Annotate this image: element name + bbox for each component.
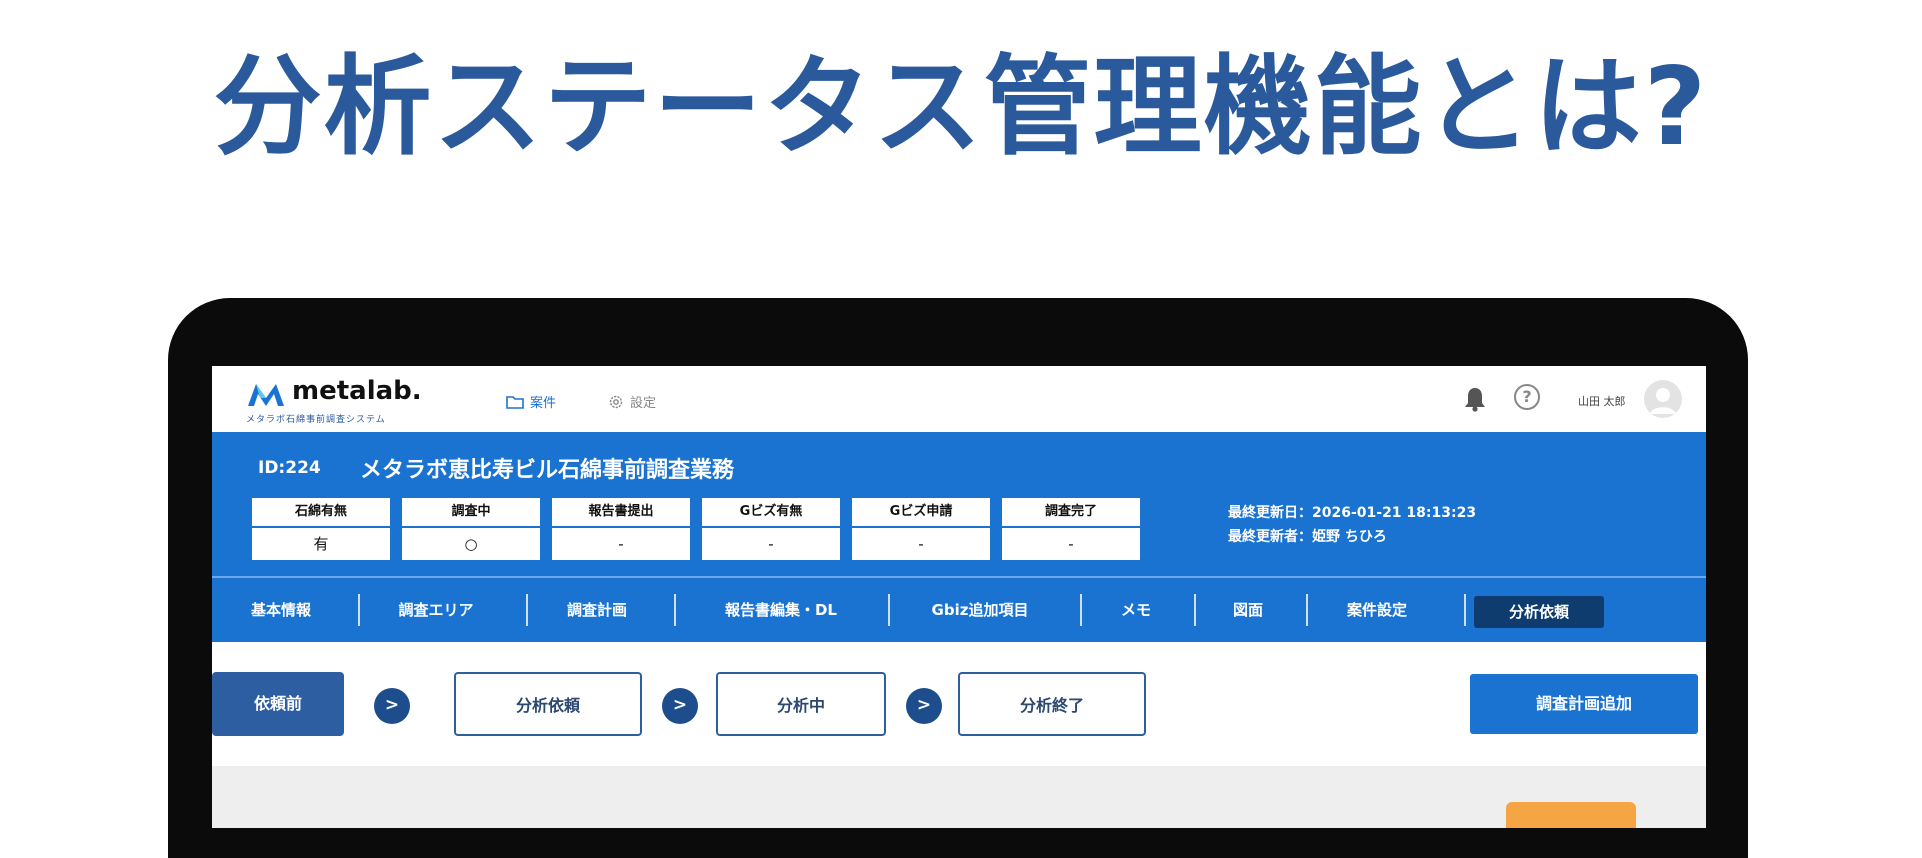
step-arrow-icon: > (374, 688, 410, 724)
status-value: 有 (313, 535, 329, 553)
step-analyzing[interactable]: 分析中 (716, 672, 886, 736)
status-value: - (1068, 535, 1074, 553)
status-box-investigating: 調査中 ○ (402, 498, 540, 560)
status-label: Gビズ申請 (852, 498, 990, 528)
orange-action-button[interactable] (1506, 802, 1636, 828)
last-updated: 最終更新日：2026-01-21 18:13:23 (1228, 505, 1477, 521)
tab-separator (1306, 594, 1308, 626)
user-name: 山田 太郎 (1578, 395, 1626, 408)
step-before-request[interactable]: 依頼前 (212, 672, 344, 736)
content-area (212, 766, 1706, 828)
tab-gbiz-items[interactable]: Gbiz追加項目 (918, 578, 1042, 642)
nav-case-label: 案件 (530, 396, 557, 411)
tab-separator (674, 594, 676, 626)
project-id: ID:224 (258, 458, 321, 478)
status-box-asbestos: 石綿有無 有 (252, 498, 390, 560)
tab-survey-plan[interactable]: 調査計画 (558, 578, 636, 642)
status-box-gbiz: Gビズ有無 - (702, 498, 840, 560)
nav-settings[interactable]: 設定 (608, 392, 656, 411)
tab-basic-info[interactable]: 基本情報 (242, 578, 320, 642)
tab-analysis-request[interactable]: 分析依頼 (1474, 596, 1604, 628)
tab-separator (1194, 594, 1196, 626)
add-survey-plan-button[interactable]: 調査計画追加 (1470, 674, 1698, 734)
project-name: メタラボ恵比寿ビル石綿事前調査業務 (360, 458, 735, 483)
last-updated-by: 最終更新者：姫野 ちひろ (1228, 529, 1387, 545)
tab-case-settings[interactable]: 案件設定 (1332, 578, 1422, 642)
user-icon (1650, 388, 1676, 414)
logo-text: metalab. (292, 376, 422, 406)
status-label: 報告書提出 (552, 498, 690, 528)
step-arrow-icon: > (906, 688, 942, 724)
project-header: ID:224 メタラボ恵比寿ビル石綿事前調査業務 石綿有無 有 調査中 ○ 報告… (212, 432, 1706, 578)
status-box-gbiz-apply: Gビズ申請 - (852, 498, 990, 560)
step-arrow-icon: > (662, 688, 698, 724)
tab-separator (358, 594, 360, 626)
status-label: 調査完了 (1002, 498, 1140, 528)
help-icon[interactable]: ? (1514, 384, 1540, 410)
tab-separator (1464, 594, 1466, 626)
step-analysis-finished[interactable]: 分析終了 (958, 672, 1146, 736)
tab-bar: 基本情報 調査エリア 調査計画 報告書編集・DL Gbiz追加項目 メモ 図面 … (212, 578, 1706, 642)
avatar[interactable] (1644, 380, 1682, 418)
status-box-report: 報告書提出 - (552, 498, 690, 560)
status-value: - (618, 535, 624, 553)
page-headline: 分析ステータス管理機能とは? (213, 45, 1709, 170)
tab-memo[interactable]: メモ (1110, 578, 1162, 642)
status-value: ○ (464, 535, 478, 553)
status-label: 石綿有無 (252, 498, 390, 528)
tab-separator (888, 594, 890, 626)
folder-icon (506, 395, 524, 409)
bell-icon[interactable] (1464, 386, 1486, 412)
tab-survey-area[interactable]: 調査エリア (388, 578, 484, 642)
metalab-logo-icon (248, 384, 284, 406)
logo-subtitle: メタラボ石綿事前調査システム (246, 415, 386, 425)
status-value: - (918, 535, 924, 553)
top-bar: metalab. メタラボ石綿事前調査システム 案件 設定 ? 山田 太郎 (212, 366, 1706, 432)
status-box-complete: 調査完了 - (1002, 498, 1140, 560)
nav-case[interactable]: 案件 (506, 392, 556, 411)
tab-drawings[interactable]: 図面 (1222, 578, 1274, 642)
status-value: - (768, 535, 774, 553)
tab-separator (1080, 594, 1082, 626)
tab-report-edit[interactable]: 報告書編集・DL (706, 578, 856, 642)
status-label: 調査中 (402, 498, 540, 528)
app-screen: metalab. メタラボ石綿事前調査システム 案件 設定 ? 山田 太郎 ID… (212, 366, 1706, 828)
gear-icon (609, 395, 623, 408)
step-analysis-request[interactable]: 分析依頼 (454, 672, 642, 736)
status-label: Gビズ有無 (702, 498, 840, 528)
nav-settings-label: 設定 (630, 396, 657, 411)
tab-separator (526, 594, 528, 626)
